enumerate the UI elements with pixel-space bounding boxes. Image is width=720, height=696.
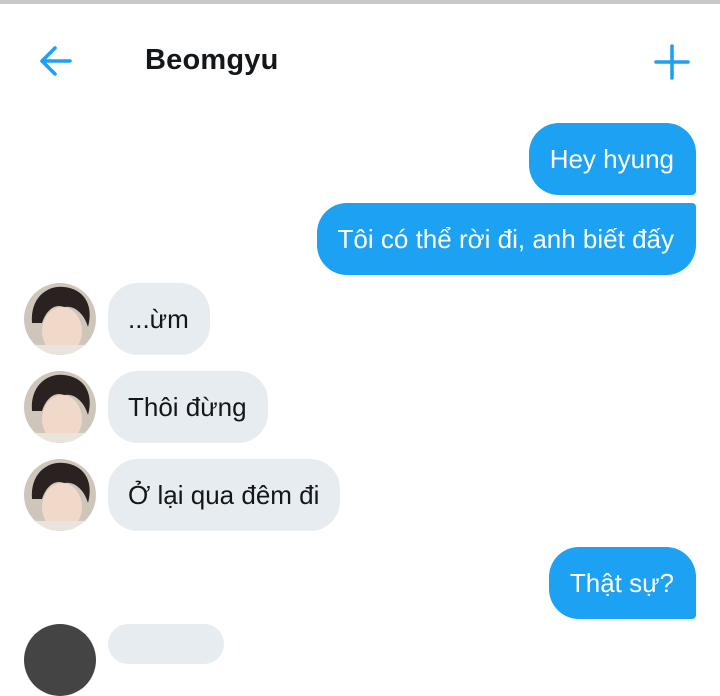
received-message-bubble[interactable]: Thôi đừng xyxy=(108,371,268,443)
sent-message-bubble[interactable]: Hey hyung xyxy=(528,123,696,195)
conversation-title: Beomgyu xyxy=(145,44,279,76)
avatar[interactable] xyxy=(24,459,96,531)
plus-icon xyxy=(652,42,692,82)
arrow-left-icon xyxy=(36,42,76,80)
sent-message-bubble[interactable]: Thật sự? xyxy=(548,547,696,619)
conversation-header: Beomgyu xyxy=(0,4,720,116)
sent-message-bubble[interactable]: Tôi có thể rời đi, anh biết đấy xyxy=(316,203,696,275)
add-button[interactable] xyxy=(652,42,692,82)
avatar[interactable] xyxy=(24,283,96,355)
avatar[interactable] xyxy=(24,371,96,443)
back-button[interactable] xyxy=(36,42,76,80)
received-message-bubble[interactable] xyxy=(108,624,224,664)
received-message-bubble[interactable]: ...ừm xyxy=(108,283,210,355)
received-message-bubble[interactable]: Ở lại qua đêm đi xyxy=(108,459,341,531)
avatar[interactable] xyxy=(24,624,96,696)
